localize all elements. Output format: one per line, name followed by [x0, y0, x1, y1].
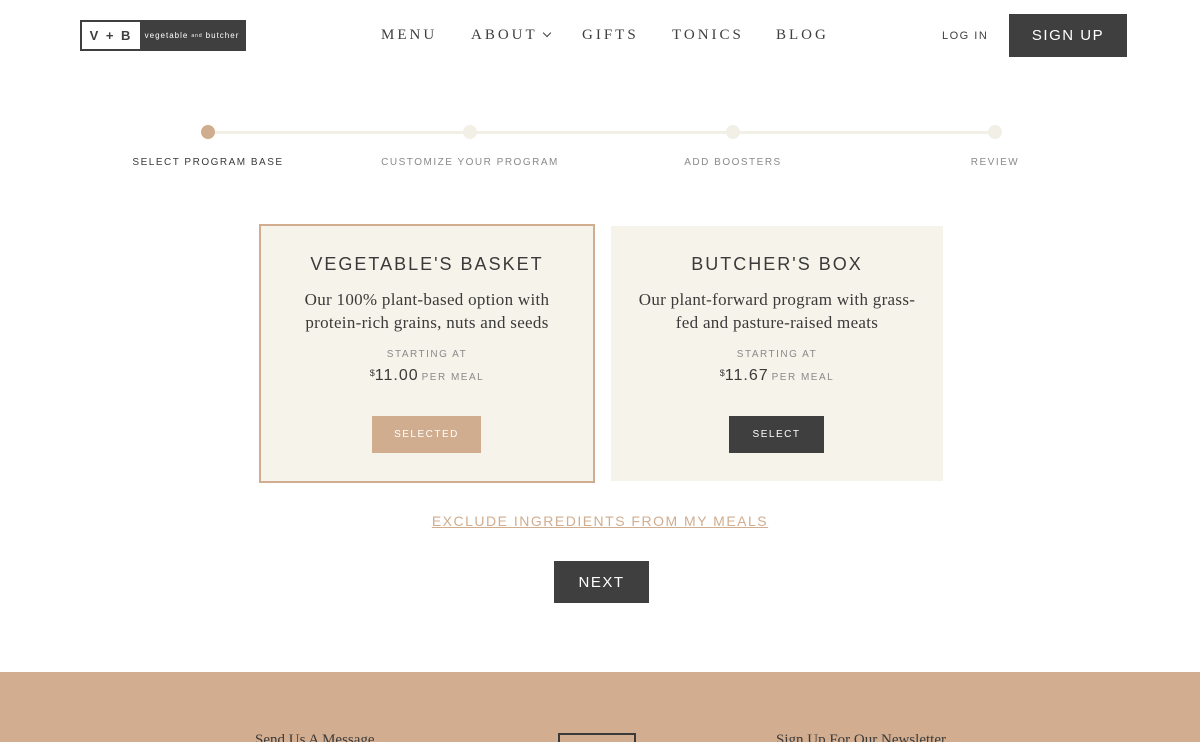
nav-menu[interactable]: MENU: [381, 27, 437, 44]
price-amount: 11.67: [724, 367, 769, 384]
price: $11.00 PER MEAL: [261, 367, 593, 385]
selected-button[interactable]: SELECTED: [372, 416, 481, 453]
step-label-select-program-base[interactable]: SELECT PROGRAM BASE: [132, 157, 283, 168]
logo[interactable]: V + B vegetable and butcher: [80, 20, 246, 51]
price-per: PER MEAL: [421, 372, 485, 383]
price: $11.67 PER MEAL: [611, 367, 943, 385]
login-link[interactable]: LOG IN: [942, 30, 988, 42]
program-description: Our 100% plant-based option with protein…: [304, 290, 550, 332]
footer-newsletter-heading: Sign Up For Our Newsletter: [776, 732, 946, 742]
footer-logo-box: [558, 733, 636, 742]
step-dot-2[interactable]: [463, 125, 477, 139]
program-card-butchers-box[interactable]: BUTCHER'S BOX Our plant-forward program …: [611, 226, 943, 481]
nav-tonics[interactable]: TONICS: [672, 27, 744, 44]
logo-word-and: and: [191, 32, 203, 39]
logo-word-vegetable: vegetable: [144, 31, 189, 40]
select-button[interactable]: SELECT: [729, 416, 824, 453]
footer: Send Us A Message Sign Up For Our Newsle…: [0, 672, 1200, 742]
program-card-vegetables-basket[interactable]: VEGETABLE'S BASKET Our 100% plant-based …: [259, 224, 595, 483]
step-dot-1[interactable]: [201, 125, 215, 139]
starting-at-label: STARTING AT: [386, 349, 468, 360]
starting-at-label: STARTING AT: [736, 349, 818, 360]
stepper-track: [208, 131, 995, 134]
nav-blog[interactable]: BLOG: [776, 27, 829, 44]
step-dot-3[interactable]: [726, 125, 740, 139]
price-currency: $: [719, 368, 725, 378]
logo-wordmark: vegetable and butcher: [140, 22, 244, 49]
next-button[interactable]: NEXT: [554, 561, 649, 603]
nav-gifts[interactable]: GIFTS: [582, 27, 639, 44]
logo-word-butcher: butcher: [205, 31, 240, 40]
step-label-add-boosters[interactable]: ADD BOOSTERS: [684, 157, 781, 168]
program-title: VEGETABLE'S BASKET: [310, 254, 544, 274]
step-dot-4[interactable]: [988, 125, 1002, 139]
exclude-ingredients-link[interactable]: EXCLUDE INGREDIENTS FROM MY MEALS: [432, 513, 768, 529]
logo-mark: V + B: [82, 22, 140, 49]
program-title: BUTCHER'S BOX: [691, 254, 863, 274]
step-label-customize-program[interactable]: CUSTOMIZE YOUR PROGRAM: [381, 157, 559, 168]
nav-about[interactable]: ABOUT: [471, 27, 551, 44]
exclude-ingredients-row: EXCLUDE INGREDIENTS FROM MY MEALS: [0, 513, 1200, 529]
price-amount: 11.00: [374, 367, 419, 384]
step-label-review[interactable]: REVIEW: [971, 157, 1019, 168]
footer-message-heading: Send Us A Message: [255, 732, 375, 742]
price-per: PER MEAL: [771, 372, 835, 383]
signup-button[interactable]: SIGN UP: [1009, 14, 1127, 57]
price-currency: $: [369, 368, 375, 378]
program-description: Our plant-forward program with grass-fed…: [638, 290, 916, 332]
nav-about-label: ABOUT: [471, 27, 538, 43]
chevron-down-icon: [542, 28, 551, 38]
